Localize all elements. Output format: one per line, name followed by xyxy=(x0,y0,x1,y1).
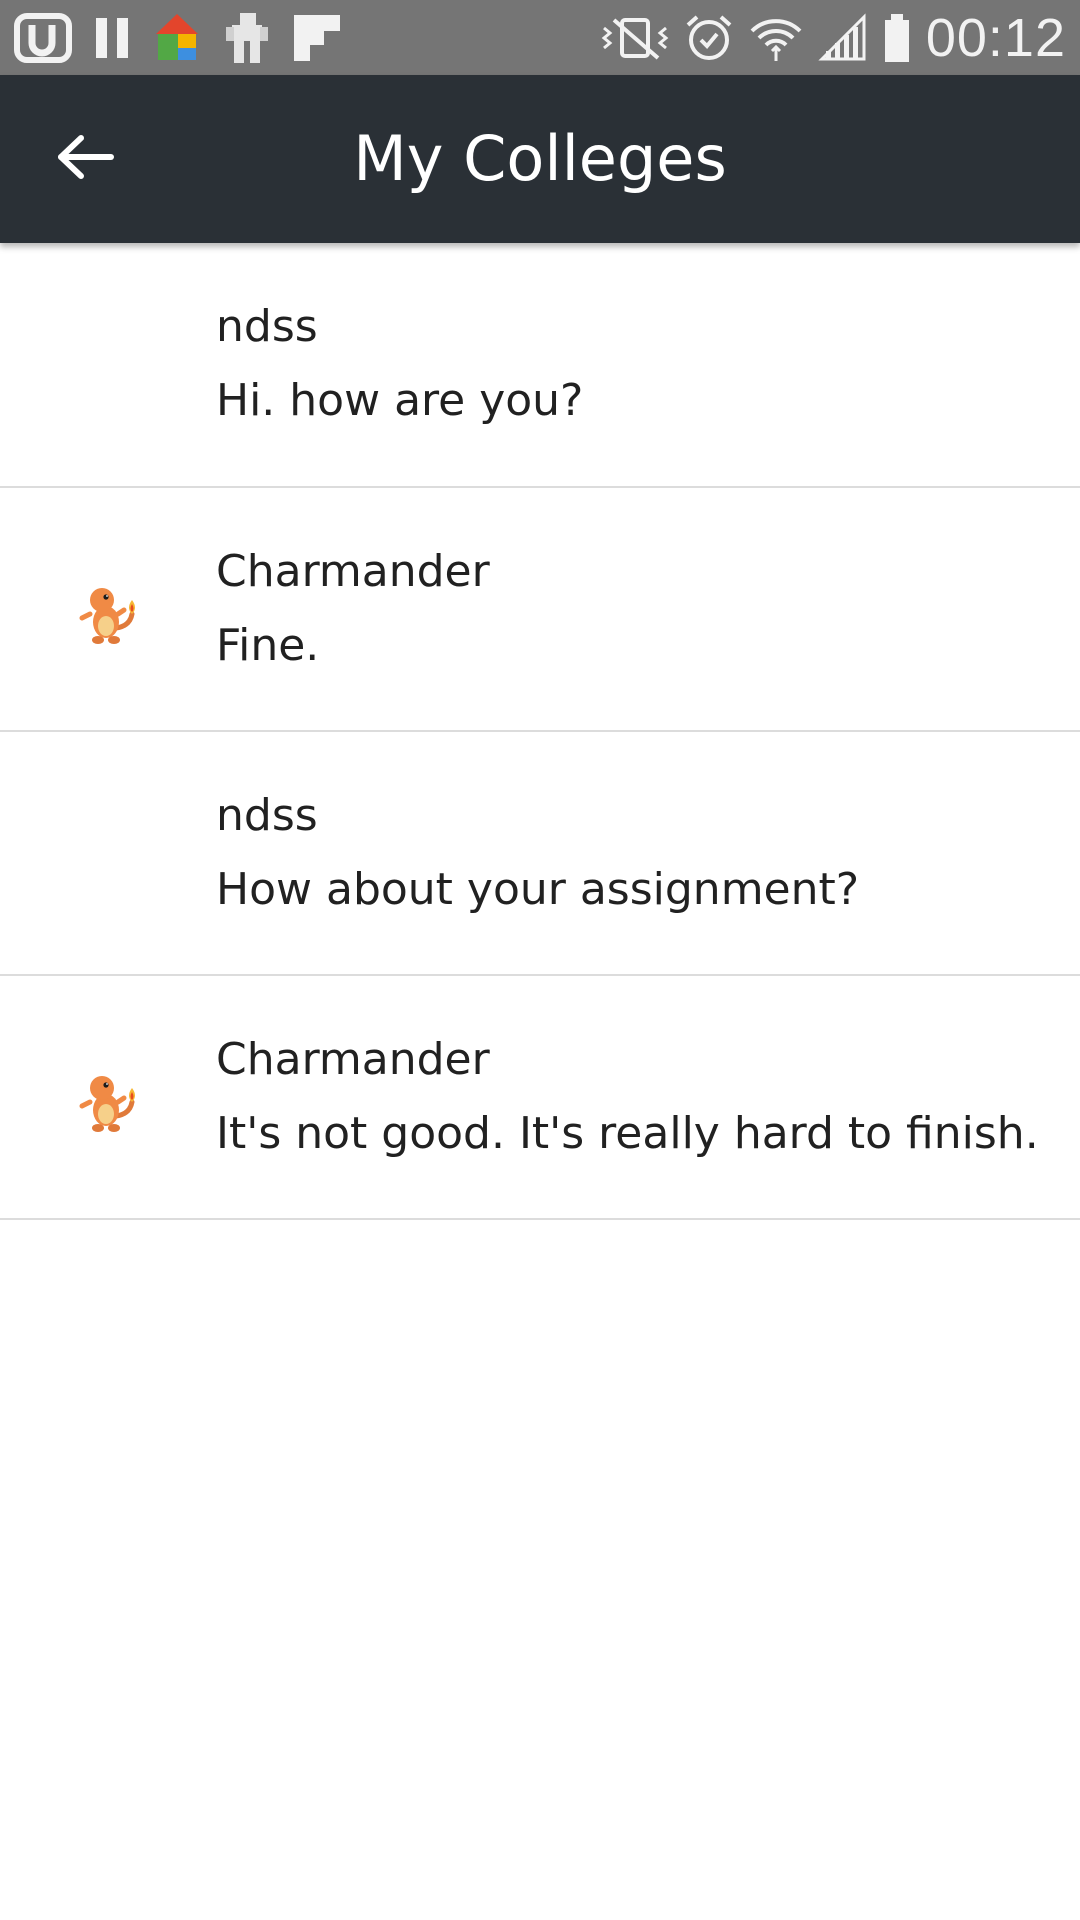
list-item[interactable]: Charmander Fine. xyxy=(0,488,1080,732)
battery-icon xyxy=(882,12,912,64)
u-badge-icon xyxy=(14,13,72,63)
message-text: Hi. how are you? xyxy=(216,375,584,426)
pause-icon xyxy=(92,14,132,62)
message-sender: Charmander xyxy=(216,546,490,597)
back-button[interactable] xyxy=(40,119,130,199)
message-text: It's not good. It's really hard to finis… xyxy=(216,1108,1046,1159)
charmander-avatar-icon xyxy=(72,1066,144,1138)
status-time: 00:12 xyxy=(925,8,1066,68)
arrow-left-icon xyxy=(55,134,115,184)
message-text: How about your assignment? xyxy=(216,864,860,915)
list-item[interactable]: ndss How about your assignment? xyxy=(0,732,1080,976)
page-title: My Colleges xyxy=(353,122,727,195)
message-sender: ndss xyxy=(216,301,318,352)
alarm-icon xyxy=(684,13,734,63)
home-launcher-icon xyxy=(152,12,202,64)
charmander-avatar-icon xyxy=(72,578,144,650)
wifi-icon xyxy=(748,13,804,63)
status-bar-system: 00:12 xyxy=(600,10,1066,66)
vibrate-mute-icon xyxy=(600,14,670,62)
message-sender: ndss xyxy=(216,790,318,841)
signal-icon xyxy=(818,13,868,63)
status-bar: 00:12 xyxy=(0,0,1080,75)
flipboard-icon xyxy=(292,13,342,63)
message-text: Fine. xyxy=(216,620,320,671)
list-item[interactable]: ndss Hi. how are you? xyxy=(0,243,1080,488)
status-bar-notifications xyxy=(14,10,342,66)
list-item[interactable]: Charmander It's not good. It's really ha… xyxy=(0,976,1080,1220)
robot-icon xyxy=(222,11,272,65)
message-sender: Charmander xyxy=(216,1034,490,1085)
message-list: ndss Hi. how are you? Charmander Fine. n… xyxy=(0,243,1080,1220)
app-bar: My Colleges xyxy=(0,75,1080,243)
